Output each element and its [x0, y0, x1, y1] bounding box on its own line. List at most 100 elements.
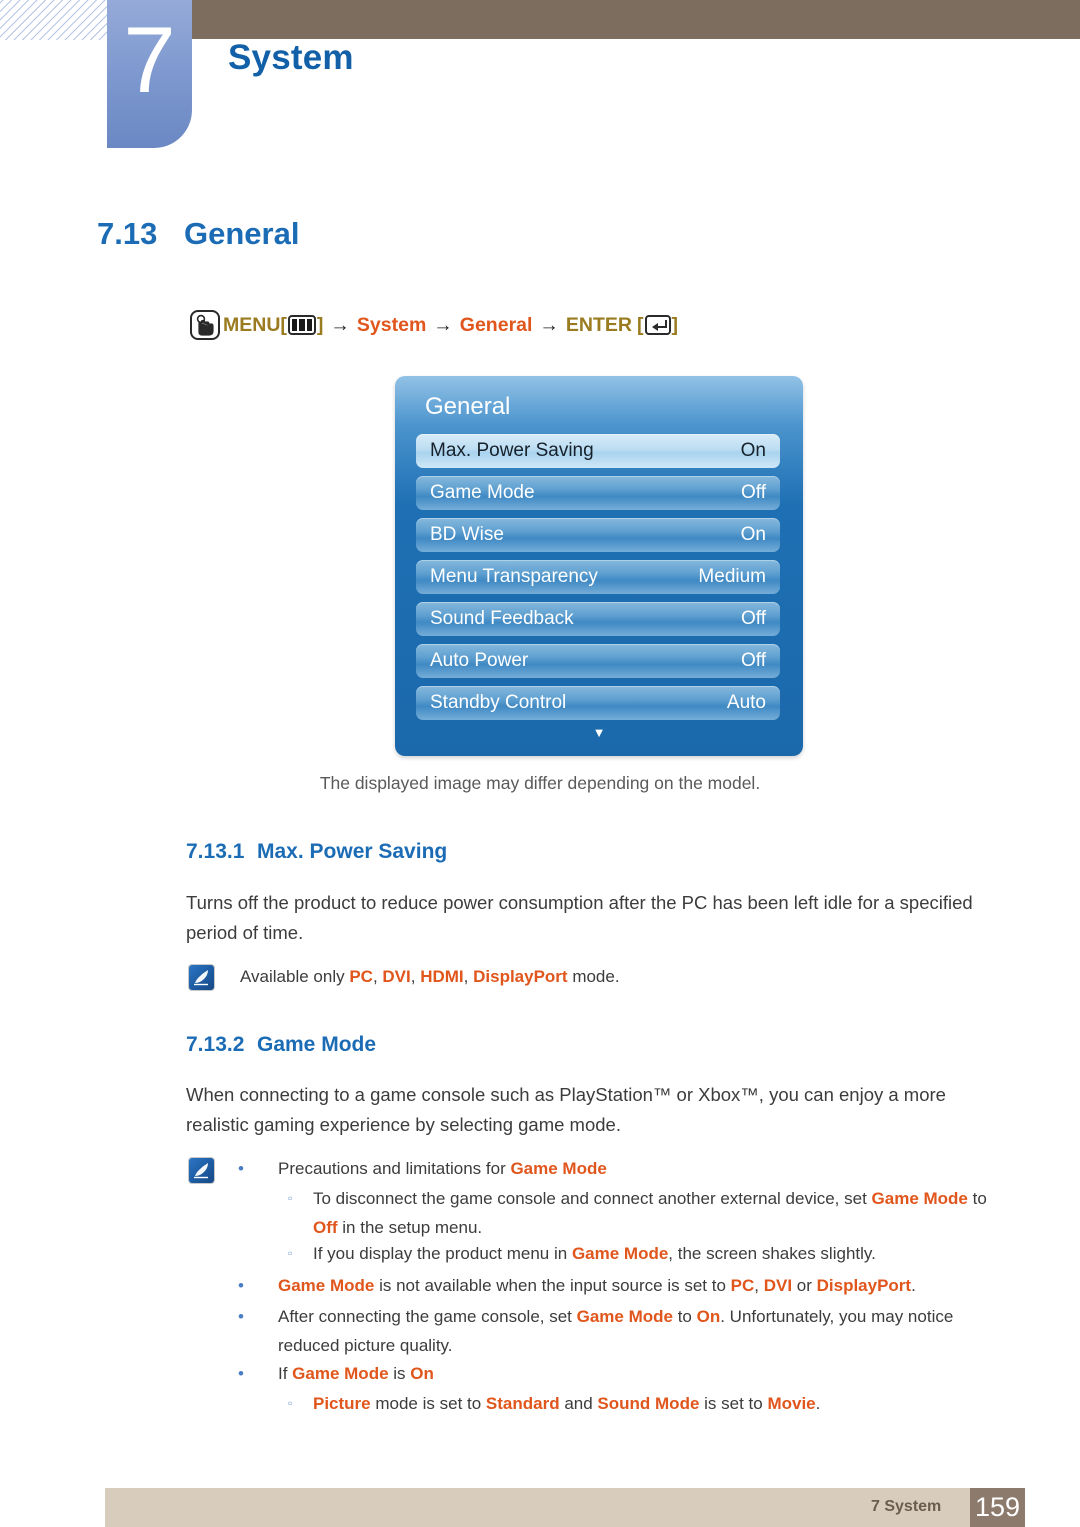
- note1-sep3: ,: [463, 967, 474, 986]
- osd-title: General: [425, 393, 511, 420]
- b3-pre: After connecting the game console, set: [278, 1307, 577, 1326]
- path-arrow-2: →: [433, 313, 453, 336]
- b2-pc: PC: [730, 1276, 755, 1295]
- osd-scroll-down-icon[interactable]: ▼: [395, 726, 803, 739]
- b1s1-game-mode: Game Mode: [871, 1189, 968, 1208]
- osd-row[interactable]: Standby Control Auto: [416, 686, 780, 720]
- note2-sub-bullet-1: To disconnect the game console and conne…: [313, 1184, 1003, 1242]
- subsection-heading-1: 7.13.1 Max. Power Saving: [186, 840, 447, 864]
- note-text-1: Available only PC, DVI, HDMI, DisplayPor…: [240, 962, 620, 991]
- osd-row[interactable]: Max. Power Saving On: [416, 434, 780, 468]
- note1-displayport: DisplayPort: [473, 967, 568, 986]
- b1-game-mode: Game Mode: [510, 1159, 607, 1178]
- chapter-title: System: [228, 38, 354, 77]
- osd-row-label: Sound Feedback: [430, 608, 574, 629]
- b1s1-pre: To disconnect the game console and conne…: [313, 1189, 872, 1208]
- osd-row-value: On: [740, 440, 766, 461]
- subsection-number-2: 7.13.2: [186, 1033, 245, 1056]
- osd-row-value: Auto: [726, 692, 766, 713]
- note2-sub-bullet-3: Picture mode is set to Standard and Soun…: [313, 1389, 1003, 1418]
- note1-text-a: Available only: [240, 967, 350, 986]
- sub-bullet-marker: ▫: [288, 1246, 293, 1260]
- osd-row-value: Off: [741, 608, 766, 629]
- b2-sep1: ,: [754, 1276, 764, 1295]
- path-step-general: General: [459, 313, 533, 336]
- b1s2-pre: If you display the product menu in: [313, 1244, 572, 1263]
- note1-sep2: ,: [410, 967, 421, 986]
- b2-dvi: DVI: [763, 1276, 793, 1295]
- note2-sub-bullet-2: If you display the product menu in Game …: [313, 1239, 1003, 1268]
- b3-game-mode: Game Mode: [576, 1307, 673, 1326]
- osd-row-list: Max. Power Saving On Game Mode Off BD Wise On…: [416, 434, 780, 728]
- b2-displayport: DisplayPort: [816, 1276, 912, 1295]
- b2-end: .: [911, 1276, 916, 1295]
- note2-bullet-2: Game Mode is not available when the inpu…: [278, 1271, 1008, 1300]
- note-pen-icon: [189, 1158, 214, 1183]
- bullet-marker: •: [238, 1364, 244, 1383]
- sub-bullet-marker: ▫: [288, 1191, 293, 1205]
- note2-bullet-3: After connecting the game console, set G…: [278, 1302, 978, 1360]
- note1-text-b: mode.: [567, 967, 620, 986]
- b4-pre: If: [278, 1364, 293, 1383]
- osd-row-value: Medium: [698, 566, 766, 587]
- bullet-marker: •: [238, 1276, 244, 1295]
- osd-row-label: Auto Power: [430, 650, 529, 671]
- b1s1-off: Off: [313, 1218, 338, 1237]
- b2-or: or: [792, 1276, 817, 1295]
- b4s1-end: .: [815, 1394, 821, 1413]
- osd-row-label: Standby Control: [430, 692, 567, 713]
- b4s1-mid3: is set to: [699, 1394, 768, 1413]
- bullet-marker: •: [238, 1159, 244, 1178]
- osd-row-value: Off: [741, 482, 766, 503]
- osd-row[interactable]: Auto Power Off: [416, 644, 780, 678]
- bullet-marker: •: [238, 1307, 244, 1326]
- sub-bullet-marker: ▫: [288, 1396, 293, 1410]
- path-arrow-3: →: [539, 313, 559, 336]
- note1-pc: PC: [349, 967, 373, 986]
- osd-menu-panel: General Max. Power Saving On Game Mode Off B…: [395, 376, 803, 756]
- note2-bullet-1: Precautions and limitations for Game Mod…: [278, 1154, 1008, 1183]
- subsection-title-1: Max. Power Saving: [257, 840, 448, 863]
- menu-button-label: MENU: [223, 313, 281, 336]
- b1-pre: Precautions and limitations for: [278, 1159, 511, 1178]
- subsection-heading-2: 7.13.2 Game Mode: [186, 1033, 376, 1057]
- b3-mid: to: [672, 1307, 697, 1326]
- b4-mid: is: [388, 1364, 411, 1383]
- b4s1-standard: Standard: [485, 1394, 560, 1413]
- b4s1-movie: Movie: [767, 1394, 816, 1413]
- osd-row-label: Max. Power Saving: [430, 440, 594, 461]
- page-number: 159: [970, 1488, 1025, 1527]
- path-arrow-1: →: [330, 313, 350, 336]
- section-number: 7.13: [97, 216, 158, 251]
- osd-row[interactable]: Sound Feedback Off: [416, 602, 780, 636]
- subsection-body-1: Turns off the product to reduce power co…: [186, 892, 973, 943]
- osd-row[interactable]: Game Mode Off: [416, 476, 780, 510]
- menu-path-line: MENU [ ] → System → General → ENTER [ ]: [190, 310, 678, 340]
- enter-button-label: ENTER: [565, 313, 633, 336]
- path-step-system: System: [356, 313, 427, 336]
- menu-key-icon: [287, 315, 316, 335]
- osd-row-label: Game Mode: [430, 482, 535, 503]
- b3-on: On: [696, 1307, 721, 1326]
- osd-row-label: BD Wise: [430, 524, 504, 545]
- osd-row[interactable]: Menu Transparency Medium: [416, 560, 780, 594]
- osd-caption: The displayed image may differ depending…: [319, 773, 761, 793]
- hand-press-icon: [190, 310, 220, 340]
- note2-bullet-4: If Game Mode is On: [278, 1359, 1008, 1388]
- b4-on: On: [410, 1364, 434, 1383]
- subsection-body-2: When connecting to a game console such a…: [186, 1084, 946, 1135]
- subsection-number-1: 7.13.1: [186, 840, 245, 863]
- b4s1-mid1: mode is set to: [370, 1394, 486, 1413]
- b1s1-mid: to: [967, 1189, 987, 1208]
- chapter-number-tab: 7: [107, 0, 192, 148]
- chapter-number: 7: [123, 7, 176, 112]
- decorative-hatch-pattern: [0, 0, 108, 40]
- note-pen-icon: [189, 965, 214, 990]
- b4-game-mode: Game Mode: [292, 1364, 389, 1383]
- osd-row-label: Menu Transparency: [430, 566, 598, 587]
- b1s2-post: , the screen shakes slightly.: [668, 1244, 876, 1263]
- osd-row-value: Off: [741, 650, 766, 671]
- osd-row[interactable]: BD Wise On: [416, 518, 780, 552]
- b4s1-mid2: and: [559, 1394, 598, 1413]
- subsection-title-2: Game Mode: [257, 1033, 377, 1056]
